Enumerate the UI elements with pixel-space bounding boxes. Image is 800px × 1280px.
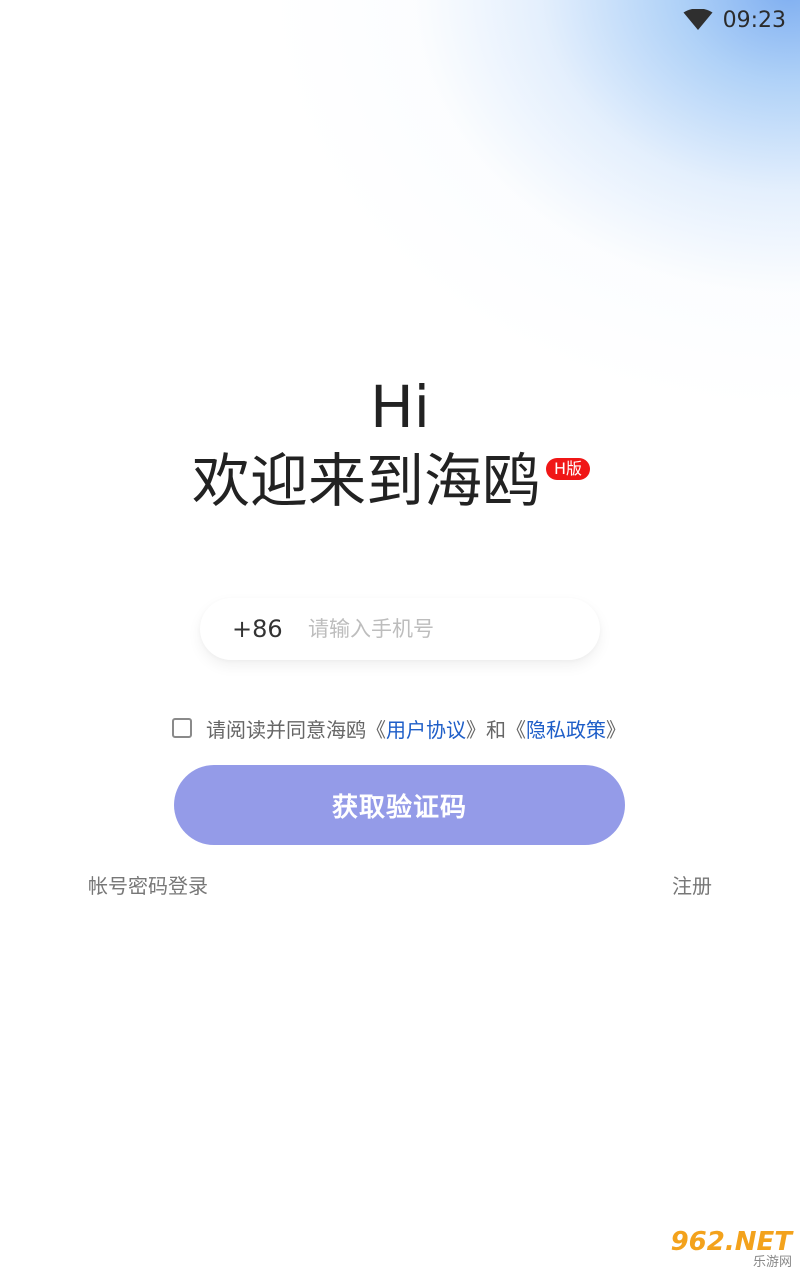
country-code[interactable]: +86 [232,615,292,643]
agreement-middle: 》和《 [466,717,526,742]
wifi-icon [683,9,713,30]
status-bar: 09:23 [683,0,800,40]
greeting-hi: Hi [370,373,430,441]
user-agreement-link[interactable]: 用户协议 [386,714,466,743]
watermark-text: 962.NET [670,1227,792,1257]
agreement-suffix: 》 [606,717,626,742]
watermark-logo: 962.NET 乐游网 [652,1228,792,1272]
register-link[interactable]: 注册 [672,870,712,899]
phone-field: +86 [200,598,600,660]
welcome-title: 欢迎来到海鸥 [192,447,541,515]
phone-input[interactable] [306,616,580,642]
agreement-checkbox[interactable] [172,718,192,738]
agreement-prefix: 请阅读并同意海鸥《 [206,717,386,742]
watermark-subtext: 乐游网 [752,1255,792,1270]
version-badge: H版 [546,458,591,480]
get-code-button[interactable]: 获取验证码 [174,765,625,845]
privacy-policy-link[interactable]: 隐私政策 [526,714,606,743]
welcome-row: 欢迎来到海鸥 H版 [192,446,591,516]
password-login-link[interactable]: 帐号密码登录 [88,870,208,899]
status-time: 09:23 [722,7,786,33]
agreement-row: 请阅读并同意海鸥《 用户协议 》和《 隐私政策 》 [172,714,626,743]
